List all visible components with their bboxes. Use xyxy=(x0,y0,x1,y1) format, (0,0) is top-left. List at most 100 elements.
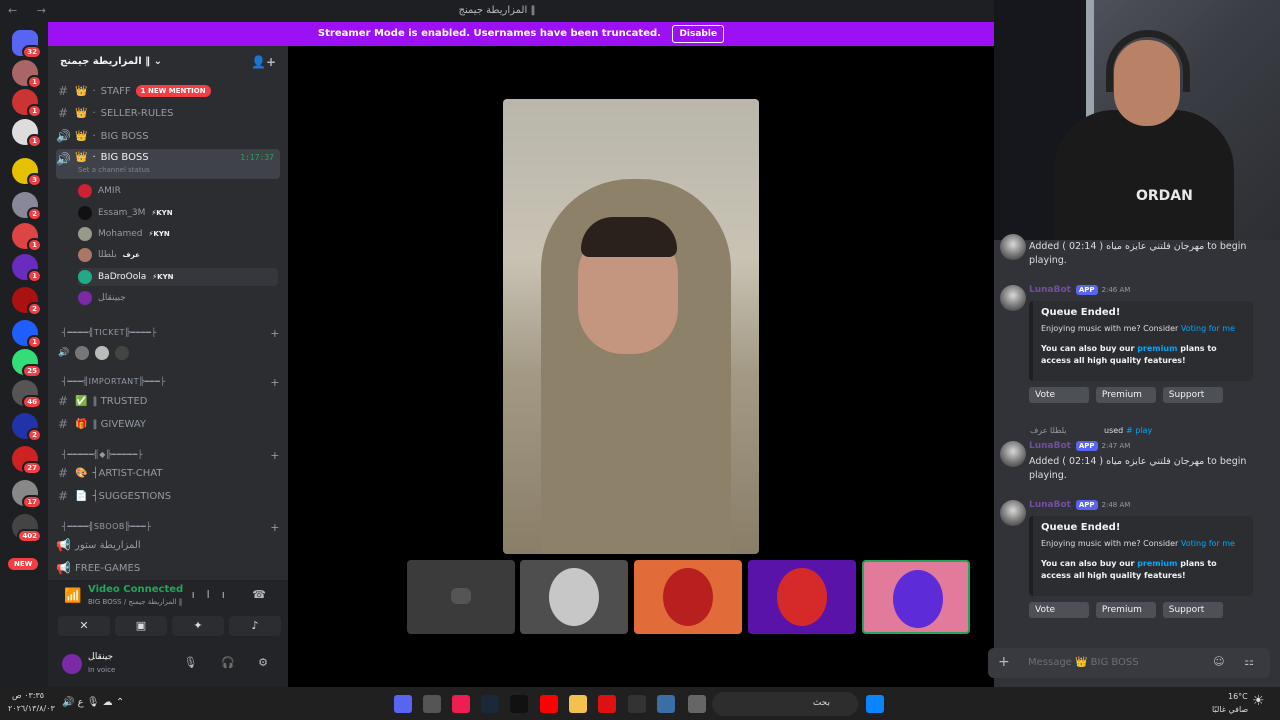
voice-user[interactable]: ج‍ب‍ي‍ن‍ق‍ا‍ل xyxy=(78,289,278,307)
discord-taskbar-icon[interactable] xyxy=(394,695,412,713)
server-icon[interactable]: 1 xyxy=(12,223,42,252)
voice-user[interactable]: Essam_3M ⚡KYN xyxy=(78,204,278,222)
tiktok-taskbar-icon[interactable] xyxy=(452,695,470,713)
server-icon[interactable]: 402 xyxy=(12,514,42,543)
channel-suggestions[interactable]: # 📄 ┤SUGGESTIONS xyxy=(56,486,280,506)
command-link[interactable]: # play xyxy=(1126,426,1152,435)
system-tray-icons[interactable]: 🔊 ع 🎙 ☁ ⌃ xyxy=(62,697,124,708)
main-video-tile[interactable] xyxy=(503,99,759,554)
participant-tile[interactable] xyxy=(407,560,515,634)
premium-button[interactable]: Premium xyxy=(1095,602,1156,618)
server-icon[interactable]: 3 xyxy=(12,158,42,187)
user-name[interactable]: ج‍ي‍ن‍ق‍ا‍ل xyxy=(88,652,113,662)
premium-link[interactable]: premium xyxy=(1137,344,1177,353)
epic-taskbar-icon[interactable] xyxy=(628,695,646,713)
channel-staff[interactable]: # 👑 · STAFF 1 NEW MENTION xyxy=(56,81,280,101)
clock-time[interactable]: ٠٣:٣٥ ص xyxy=(12,691,44,700)
adobe-taskbar-icon[interactable] xyxy=(598,695,616,713)
voice-user[interactable]: BaDroOola ⚡KYN xyxy=(78,268,278,286)
store-taskbar-icon[interactable] xyxy=(657,695,675,713)
server-icon[interactable]: 1 xyxy=(12,119,42,148)
chat-message[interactable]: Added ( 02:14 ) مهرجان فلتني عايزه مياه … xyxy=(1000,234,1270,274)
avatar[interactable] xyxy=(62,654,82,674)
server-icon[interactable]: 1 xyxy=(12,254,42,283)
plus-icon[interactable]: + xyxy=(270,327,280,340)
channel-seller-rules[interactable]: # 👑 · SELLER-RULES xyxy=(56,103,280,123)
plus-icon[interactable]: + xyxy=(270,521,280,534)
voice-user[interactable]: AMIR xyxy=(78,182,278,200)
vote-link[interactable]: Voting for me xyxy=(1181,539,1235,548)
channel-store[interactable]: 📢 ال‍م‍زاري‍ط‍ة س‍ت‍ور xyxy=(56,535,280,555)
participant-tile-speaking[interactable] xyxy=(862,560,970,634)
server-icon[interactable]: 17 xyxy=(12,480,42,509)
discord-home-icon[interactable]: 32 xyxy=(12,30,42,59)
voice-participants-row[interactable]: 🔊 xyxy=(58,344,258,362)
author-name[interactable]: LunaBot xyxy=(1029,500,1071,510)
author-name[interactable]: LunaBot xyxy=(1029,441,1071,451)
dm-avatar[interactable]: 1 xyxy=(12,60,42,89)
signal-icon[interactable]: 📶 xyxy=(64,588,81,604)
author-name[interactable]: LunaBot xyxy=(1029,285,1071,295)
app-taskbar-icon[interactable] xyxy=(423,695,441,713)
participant-tile[interactable] xyxy=(520,560,628,634)
channel-free-games[interactable]: 📢 FREE-GAMES xyxy=(56,558,280,578)
activities-button[interactable]: ✦ xyxy=(172,616,224,636)
premium-button[interactable]: Premium xyxy=(1095,387,1156,403)
composer-actions[interactable]: ☺ ⚏ xyxy=(1213,655,1262,668)
screen-share-button[interactable]: ▣ xyxy=(115,616,167,636)
soundboard-button[interactable]: ♪ xyxy=(229,616,281,636)
message-input[interactable]: Message 👑 BIG BOSS xyxy=(1028,657,1139,668)
premium-link[interactable]: premium xyxy=(1137,559,1177,568)
server-header[interactable]: ال‍م‍زاري‍ط‍ة ج‍ي‍م‍ن‍ج ‖ ⌄ 👤+ xyxy=(48,46,288,80)
disable-streamer-button[interactable]: Disable xyxy=(672,25,725,43)
server-icon[interactable]: 1 xyxy=(12,89,42,118)
user-name[interactable]: ب‍ل‍ط‍ل‍ا عرف xyxy=(1030,426,1067,435)
channel-trusted[interactable]: # ✅ ‖ TRUSTED xyxy=(56,391,280,411)
new-badge[interactable]: NEW xyxy=(8,558,39,570)
server-icon[interactable]: 2 xyxy=(12,287,42,316)
channel-big-boss[interactable]: 🔊 👑 · BIG BOSS xyxy=(56,126,280,146)
category-divider[interactable]: ┤━━━━━╣◆╠━━━━━├ + xyxy=(62,449,280,462)
server-icon[interactable]: 46 xyxy=(12,380,42,409)
message-composer[interactable]: + Message 👑 BIG BOSS ☺ ⚏ xyxy=(988,648,1270,678)
participant-tile[interactable] xyxy=(748,560,856,634)
tiktok-live-taskbar-icon[interactable] xyxy=(510,695,528,713)
category-sboob[interactable]: ┤━━━━╣SBOOB╠━━━├ + xyxy=(62,521,280,534)
voice-panel-actions[interactable]: ılı ☎ xyxy=(192,588,278,601)
channel-giveway[interactable]: # 🎁 ‖ GIVEWAY xyxy=(56,414,280,434)
vote-link[interactable]: Voting for me xyxy=(1181,324,1235,333)
windows-start-icon[interactable] xyxy=(866,695,884,713)
voice-user[interactable]: ب‍ل‍ط‍ل‍ا عرف xyxy=(78,246,278,264)
chat-message[interactable]: LunaBot APP 2:47 AM Added ( 02:14 ) مهرجا… xyxy=(1000,441,1270,486)
server-icon[interactable]: 27 xyxy=(12,446,42,475)
mention-badge[interactable]: 1 NEW MENTION xyxy=(135,85,211,97)
plus-icon[interactable]: + xyxy=(998,654,1010,670)
taskbar-search[interactable]: بحث xyxy=(712,692,858,716)
channel-artist-chat[interactable]: # 🎨 ┤ARTIST-CHAT xyxy=(56,463,280,483)
plus-icon[interactable]: + xyxy=(270,376,280,389)
channel-status[interactable]: Set a channel status xyxy=(78,166,150,174)
command-usage[interactable]: ب‍ل‍ط‍ل‍ا عرف used # play xyxy=(1000,426,1270,440)
app-taskbar-icon[interactable] xyxy=(688,695,706,713)
support-button[interactable]: Support xyxy=(1162,387,1223,403)
category-important[interactable]: ┤━━━╣IMPORTANT╠━━━├ + xyxy=(62,376,280,389)
invite-icon[interactable]: 👤+ xyxy=(251,55,276,69)
youtube-taskbar-icon[interactable] xyxy=(540,695,558,713)
clock-date[interactable]: ٢٠٢٦/١٣/٨/٠٣ xyxy=(8,704,55,713)
channel-big-boss-voice[interactable]: 🔊 👑 · BIG BOSS 1:17:37 Set a channel status xyxy=(56,149,280,179)
plus-icon[interactable]: + xyxy=(270,449,280,462)
category-ticket[interactable]: ┤━━━━╣TICKET╠━━━━├ + xyxy=(62,327,280,340)
participant-tile[interactable] xyxy=(634,560,742,634)
camera-off-button[interactable]: ✕ xyxy=(58,616,110,636)
support-button[interactable]: Support xyxy=(1162,602,1223,618)
voice-connected-label[interactable]: Video Connected xyxy=(88,584,183,595)
server-icon[interactable]: 25 xyxy=(12,349,42,378)
weather-temp[interactable]: 16°C xyxy=(1228,692,1248,701)
chat-message[interactable]: LunaBot APP 2:48 AM Queue Ended! Enjoying… xyxy=(1000,500,1270,628)
voice-user[interactable]: Mohamed ⚡KYN xyxy=(78,225,278,243)
vote-button[interactable]: Vote xyxy=(1029,602,1089,618)
weather-icon[interactable]: ☀ xyxy=(1252,693,1265,709)
steam-taskbar-icon[interactable] xyxy=(481,695,499,713)
server-icon[interactable]: 1 xyxy=(12,320,42,349)
folder-taskbar-icon[interactable] xyxy=(569,695,587,713)
